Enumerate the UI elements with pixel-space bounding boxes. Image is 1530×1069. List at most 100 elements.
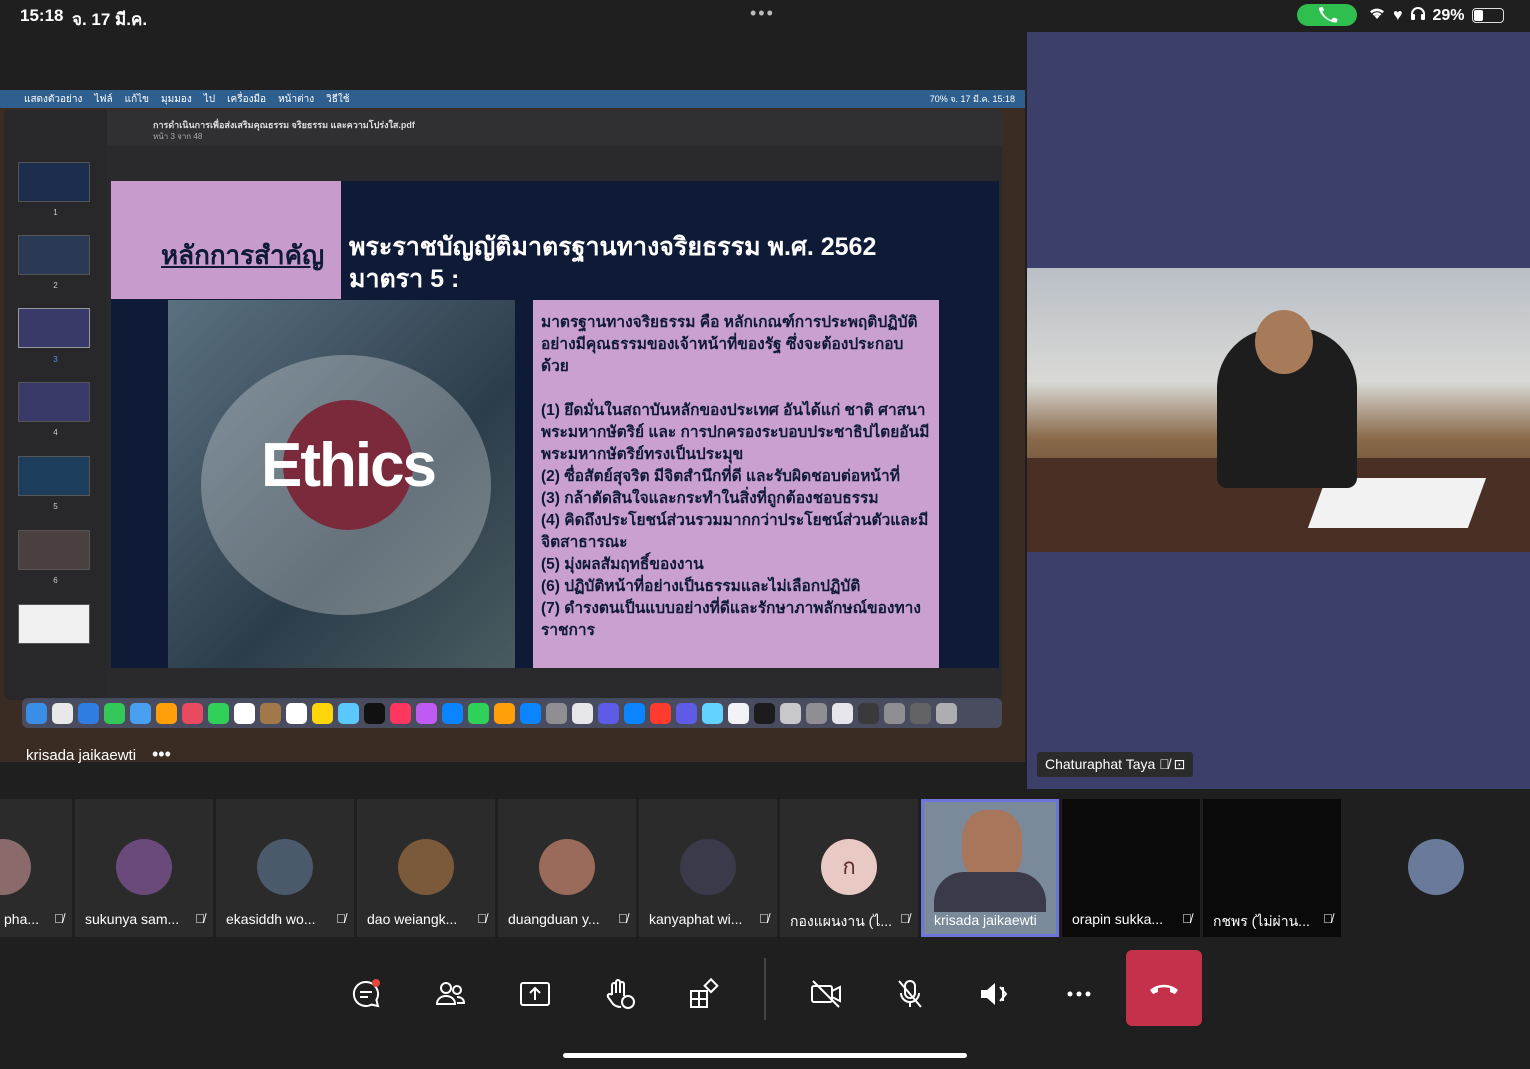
hang-up-button[interactable] xyxy=(1126,950,1202,1026)
thumb-number: 3 xyxy=(53,355,58,364)
participant-tile[interactable]: pha... 🎙̸ xyxy=(0,799,72,937)
page-thumbnail xyxy=(18,530,90,570)
participant-name: กองแผนงาน (ไ... xyxy=(790,913,893,929)
participant-tile[interactable]: กชพร (ไม่ผ่าน... 🎙̸ xyxy=(1203,799,1341,937)
participant-video xyxy=(1027,268,1530,552)
mic-muted-icon: 🎙̸ xyxy=(477,911,487,926)
slide-heading: หลักการสำคัญ xyxy=(161,240,325,270)
apps-button[interactable] xyxy=(680,970,728,1018)
status-date: จ. 17 มี.ค. xyxy=(72,10,148,29)
mic-muted-icon: 🎙̸ xyxy=(618,911,628,926)
page-thumbnail-selected xyxy=(18,308,90,348)
more-icon xyxy=(1067,991,1091,997)
hang-up-icon xyxy=(1150,984,1178,994)
participant-tile[interactable]: ekasiddh wo... 🎙̸ xyxy=(216,799,354,937)
active-call-pill[interactable] xyxy=(1297,4,1357,26)
status-right: ♥ 29% xyxy=(1368,6,1504,25)
page-thumbnail xyxy=(18,604,90,644)
more-options-button[interactable] xyxy=(1055,970,1103,1018)
battery-icon xyxy=(1471,8,1504,23)
multitask-dots-icon[interactable]: ••• xyxy=(750,3,775,24)
participant-name: krisada jaikaewti xyxy=(934,912,1037,928)
thumb-number: 1 xyxy=(53,208,58,217)
page-thumbnail xyxy=(18,382,90,422)
raise-hand-icon xyxy=(606,979,635,1009)
ethics-word: Ethics xyxy=(260,431,437,500)
pinned-participant-name: Chaturaphat Taya 🎙̸ ⊡ xyxy=(1037,752,1194,777)
pinned-name-text: Chaturaphat Taya xyxy=(1045,756,1156,772)
page-thumbnail xyxy=(18,162,90,202)
avatar xyxy=(116,839,172,895)
camera-off-icon xyxy=(811,980,841,1008)
mic-toggle-button[interactable] xyxy=(886,970,934,1018)
participant-name: กชพร (ไม่ผ่าน... xyxy=(1213,913,1310,929)
mic-muted-icon: 🎙̸ xyxy=(1159,756,1170,772)
chat-icon xyxy=(352,979,380,1008)
wifi-icon xyxy=(1368,6,1386,25)
participant-tile[interactable]: duangduan y... 🎙̸ xyxy=(498,799,636,937)
presenter-more-icon[interactable]: ••• xyxy=(152,744,171,765)
controls-divider xyxy=(764,958,766,1020)
audio-output-button[interactable] xyxy=(970,970,1018,1018)
mac-menu-item: แก้ไข xyxy=(124,93,150,105)
ethics-image: Ethics xyxy=(168,300,515,668)
slide: หลักการสำคัญ พระราชบัญญัติมาตรฐานทางจริย… xyxy=(111,181,999,668)
mac-menu-item: หน้าต่าง xyxy=(278,93,315,105)
page-thumbnail xyxy=(18,235,90,275)
mac-menu-bar: แสดงตัวอย่าง ไฟล์ แก้ไข มุมมอง ไป เครื่อ… xyxy=(0,90,1025,108)
participant-name: ekasiddh wo... xyxy=(226,911,316,927)
participant-tile[interactable]: orapin sukka... 🎙̸ xyxy=(1062,799,1200,937)
battery-percent: 29% xyxy=(1432,6,1465,24)
page-thumbnail xyxy=(18,456,90,496)
mic-muted-icon: 🎙̸ xyxy=(54,911,64,926)
apps-icon xyxy=(690,977,719,1008)
pdf-page-info: หน้า 3 จาก 48 xyxy=(153,132,203,141)
participant-tile[interactable]: kanyaphat wi... 🎙̸ xyxy=(639,799,777,937)
avatar xyxy=(0,839,31,895)
mic-muted-icon: 🎙̸ xyxy=(336,911,346,926)
call-controls xyxy=(0,940,1530,1069)
people-icon xyxy=(435,982,466,1005)
participant-tile[interactable]: dao weiangk... 🎙̸ xyxy=(357,799,495,937)
reactions-button[interactable] xyxy=(596,970,644,1018)
participant-tile[interactable]: ก กองแผนงาน (ไ... 🎙̸ xyxy=(780,799,918,937)
mic-muted-icon: 🎙̸ xyxy=(900,911,910,926)
thumb-number: 5 xyxy=(53,502,58,511)
share-icon xyxy=(520,982,550,1006)
mic-muted-icon: 🎙̸ xyxy=(1182,911,1192,926)
headphones-icon xyxy=(1410,6,1426,25)
slide-intro: มาตรฐานทางจริยธรรม คือ หลักเกณฑ์การประพฤ… xyxy=(541,314,918,375)
mac-menu-status: 70% จ. 17 มี.ค. 15:18 xyxy=(929,94,1015,104)
participant-name: dao weiangk... xyxy=(367,911,458,927)
mic-off-icon xyxy=(898,980,922,1008)
participant-name: pha... xyxy=(4,911,40,927)
people-button[interactable] xyxy=(426,970,474,1018)
mac-dock xyxy=(22,698,1002,728)
status-bar: 15:18 จ. 17 มี.ค. ••• ♥ 29% xyxy=(0,0,1530,32)
chat-button[interactable] xyxy=(342,970,390,1018)
slide-title-line2: มาตรา 5 : xyxy=(349,265,460,293)
mac-menu-item: แสดงตัวอย่าง xyxy=(24,93,83,105)
slide-item: (5) มุ่งผลสัมฤทธิ์ของงาน xyxy=(541,556,704,573)
participant-strip: pha... 🎙̸ sukunya sam... 🎙̸ ekasiddh wo.… xyxy=(0,799,1530,939)
overflow-avatar[interactable] xyxy=(1408,839,1464,895)
thumb-number: 4 xyxy=(53,428,58,437)
home-indicator[interactable] xyxy=(563,1053,967,1058)
slide-item: (2) ซื่อสัตย์สุจริต มีจิตสำนึกที่ดี และร… xyxy=(541,468,900,485)
thumb-number: 6 xyxy=(53,576,58,585)
mac-menu-item: วิธีใช้ xyxy=(326,93,350,105)
phone-icon xyxy=(1319,6,1338,23)
avatar xyxy=(680,839,736,895)
mic-muted-icon: 🎙̸ xyxy=(195,911,205,926)
share-screen-button[interactable] xyxy=(511,970,559,1018)
pinned-video-pane[interactable] xyxy=(1027,32,1530,789)
camera-toggle-button[interactable] xyxy=(802,970,850,1018)
mic-muted-icon: 🎙̸ xyxy=(759,911,769,926)
slide-item: (7) ดำรงตนเป็นแบบอย่างที่ดีและรักษาภาพลั… xyxy=(541,600,921,639)
thumb-number: 2 xyxy=(53,281,58,290)
participant-tile-active[interactable]: krisada jaikaewti xyxy=(921,799,1059,937)
participant-name: sukunya sam... xyxy=(85,911,180,927)
slide-item: (6) ปฏิบัติหน้าที่อย่างเป็นธรรมและไม่เลื… xyxy=(541,578,861,595)
participant-tile[interactable]: sukunya sam... 🎙̸ xyxy=(75,799,213,937)
speaker-icon xyxy=(981,983,1008,1005)
